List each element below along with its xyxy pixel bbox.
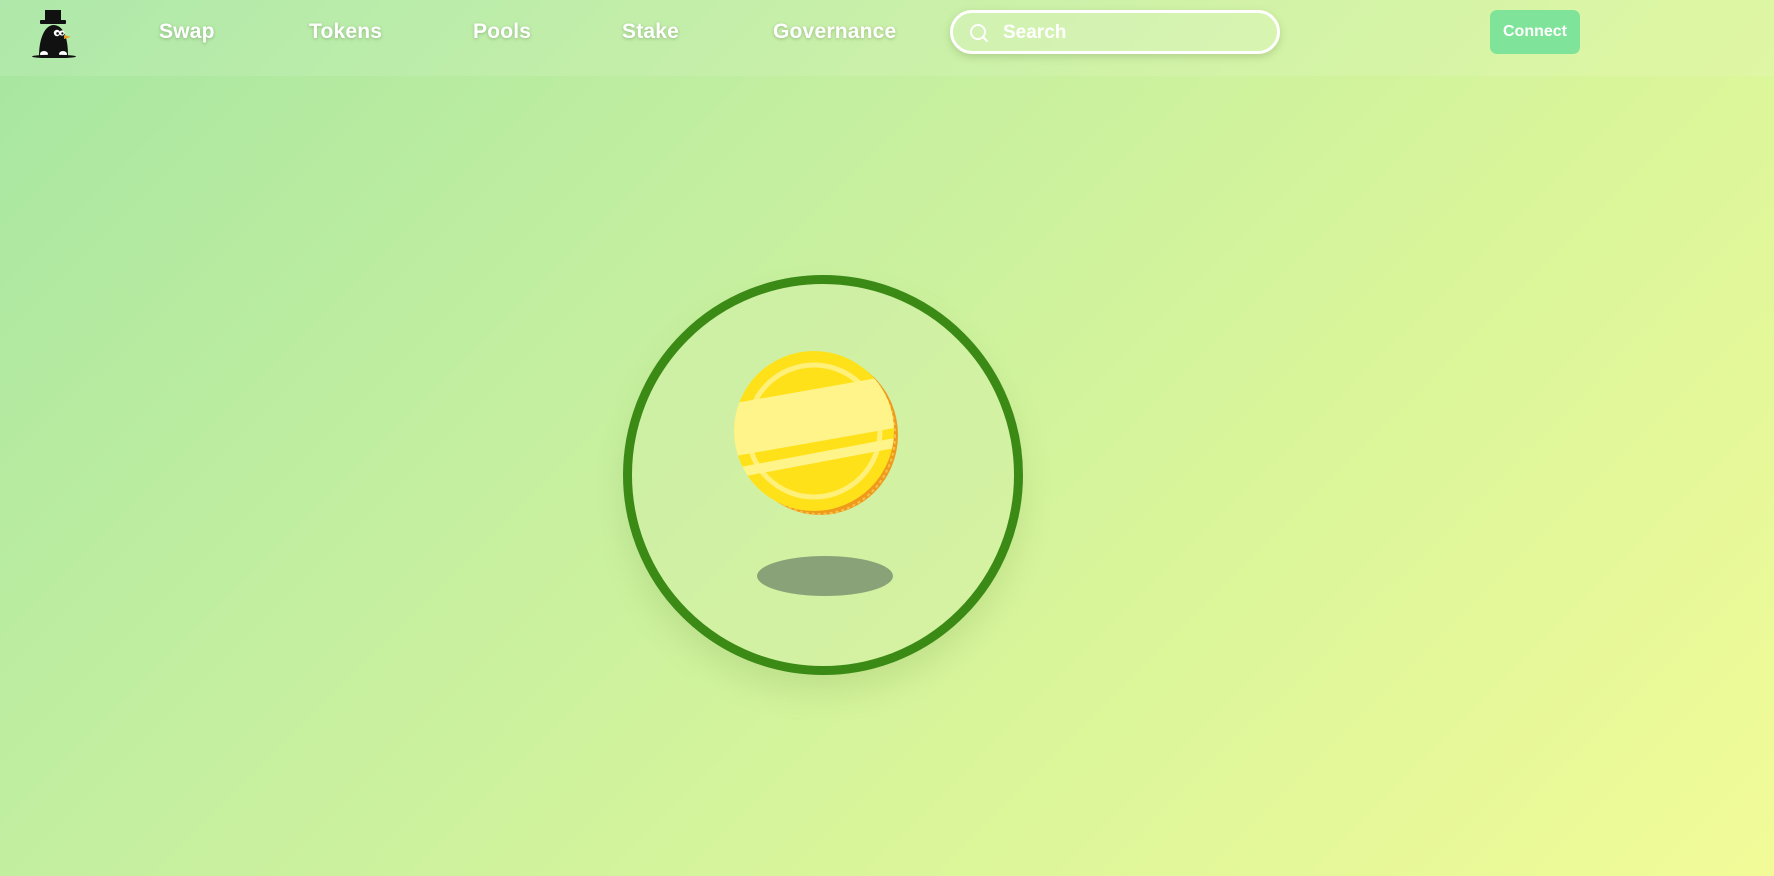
connect-button[interactable]: Connect bbox=[1490, 10, 1580, 54]
nav-swap[interactable]: Swap bbox=[159, 20, 215, 44]
mole-top-hat-icon[interactable] bbox=[30, 10, 80, 58]
nav-stake[interactable]: Stake bbox=[622, 20, 679, 44]
spinning-coin-icon bbox=[734, 351, 898, 515]
nav-tokens[interactable]: Tokens bbox=[309, 20, 382, 44]
loading-ring bbox=[623, 275, 1023, 675]
coin-shadow bbox=[757, 556, 893, 596]
search-input[interactable] bbox=[1001, 13, 1275, 53]
nav-pools[interactable]: Pools bbox=[473, 20, 531, 44]
search-icon bbox=[970, 24, 988, 42]
top-navigation-bar: Swap Tokens Pools Stake Governance Conne… bbox=[0, 0, 1774, 76]
search-box[interactable] bbox=[950, 10, 1280, 54]
nav-governance[interactable]: Governance bbox=[773, 20, 896, 44]
page: Swap Tokens Pools Stake Governance Conne… bbox=[0, 0, 1774, 876]
